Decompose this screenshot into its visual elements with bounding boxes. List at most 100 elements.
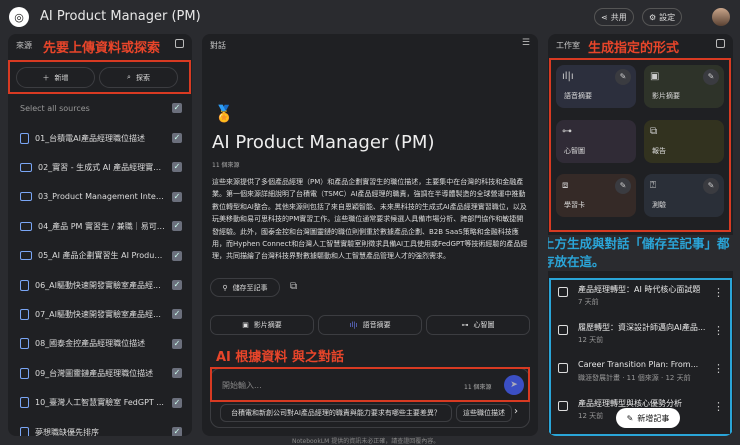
- source-checkbox[interactable]: ✓: [172, 427, 182, 436]
- source-checkbox[interactable]: ✓: [172, 397, 182, 408]
- source-checkbox[interactable]: ✓: [172, 368, 182, 379]
- note-meta: 12 天前: [578, 412, 604, 420]
- more-options-icon[interactable]: ⋮: [713, 286, 724, 299]
- quick-video-summary[interactable]: ▣ 影片摘要: [210, 315, 314, 335]
- source-checkbox[interactable]: ✓: [172, 309, 182, 320]
- more-options-icon[interactable]: ⋮: [713, 362, 724, 375]
- avatar[interactable]: [712, 8, 730, 26]
- studio-card-flashcards[interactable]: ⧈ ✎ 學習卡: [556, 174, 636, 217]
- add-source-button[interactable]: ＋ 新增: [16, 67, 95, 88]
- source-checkbox[interactable]: ✓: [172, 221, 182, 232]
- source-item[interactable]: 08_國泰金控產品經理職位描述 ✓: [20, 337, 182, 351]
- edit-icon[interactable]: ✎: [703, 69, 719, 85]
- source-checkbox[interactable]: ✓: [172, 338, 182, 349]
- document-icon: [20, 308, 29, 320]
- select-all-row[interactable]: Select all sources ✓: [20, 101, 182, 115]
- edit-icon[interactable]: ✎: [703, 178, 719, 194]
- source-item[interactable]: 06_AI驅動快速開發實驗室產品經... ✓: [20, 278, 182, 292]
- source-item[interactable]: 05_AI 產品企劃實習生 AI Product I... ✓: [20, 249, 182, 263]
- source-checkbox[interactable]: ✓: [172, 191, 182, 202]
- suggestion-label: 這些職位描述: [463, 409, 505, 417]
- quick-mind-map[interactable]: ⊶ 心智圖: [426, 315, 530, 335]
- save-note-label: 儲存至記事: [232, 283, 268, 292]
- sources-annotation: 先要上傳資料或探索: [43, 41, 161, 56]
- note-item[interactable]: 履歷轉型：資深設計師邁向AI產品... 12 天前 ⋮: [558, 322, 728, 350]
- add-note-button[interactable]: ✎ 新增記事: [616, 408, 680, 428]
- notebooklm-logo-icon[interactable]: ◎: [9, 7, 29, 27]
- notes-annotation: 上方生成與對話「儲存至記事」都存放在這。: [548, 235, 733, 271]
- chat-panel: 對話 ☰ 🏅 AI Product Manager (PM) 11 個來源 這些…: [202, 34, 538, 436]
- web-source-icon: [20, 162, 32, 172]
- card-label: 心智圖: [564, 147, 585, 155]
- source-checkbox[interactable]: ✓: [172, 162, 182, 173]
- source-item[interactable]: 03_Product Management Intern ... ✓: [20, 190, 182, 204]
- source-title: 09_台灣圖靈鏈產品經理職位描述: [35, 368, 154, 378]
- source-title: 05_AI 產品企劃實習生 AI Product I...: [38, 251, 166, 261]
- source-item[interactable]: 10_臺灣人工智慧實驗室 FedGPT ... ✓: [20, 396, 182, 410]
- edit-icon[interactable]: ✎: [615, 178, 631, 194]
- copy-icon[interactable]: ⧉: [290, 281, 297, 292]
- note-item[interactable]: Career Transition Plan: From... 職涯發展計畫 · …: [558, 360, 728, 388]
- sources-panel: 來源 先要上傳資料或探索 ＋ 新增 ⌕ 探索 Select all sources ✓…: [8, 34, 192, 436]
- source-item[interactable]: 01_台積電AI產品經理職位描述 ✓: [20, 131, 182, 145]
- more-options-icon[interactable]: ⋮: [713, 400, 724, 413]
- studio-card-audio[interactable]: ıl|ı ✎ 語音摘要: [556, 65, 636, 108]
- collapse-panel-icon[interactable]: [175, 39, 184, 48]
- studio-card-video[interactable]: ▣ ✎ 影片摘要: [644, 65, 724, 108]
- share-button[interactable]: ⋖ 共用: [594, 8, 634, 26]
- source-title: 01_台積電AI產品經理職位描述: [35, 133, 146, 143]
- note-item[interactable]: 產品經理轉型：AI 時代核心面試題 7 天前 ⋮: [558, 284, 728, 312]
- quick-label: 影片摘要: [253, 321, 282, 329]
- source-checkbox[interactable]: ✓: [172, 250, 182, 261]
- collapse-panel-icon[interactable]: [716, 39, 725, 48]
- chat-header: 對話: [210, 41, 226, 50]
- settings-label: 設定: [659, 12, 676, 22]
- card-label: 測驗: [652, 201, 666, 209]
- source-item[interactable]: 02_實習 - 生成式 AI 產品經理實習... ✓: [20, 160, 182, 174]
- studio-panel: 工作室 生成指定的形式 ıl|ı ✎ 語音摘要 ▣ ✎ 影片摘要 ⊶ 心智圖 ⧉ 報告 ⧈ ✎…: [548, 34, 733, 436]
- source-checkbox[interactable]: ✓: [172, 133, 182, 143]
- document-icon: [20, 426, 29, 436]
- note-icon: [558, 287, 568, 297]
- notebook-summary: 這些來源提供了多個產品經理（PM）和產品企劃實習生的職位描述，主要集中在台灣的科…: [212, 178, 528, 261]
- suggestion-chip[interactable]: 台積電和新創公司對AI產品經理的職責與能力要求有哪些主要差異？: [220, 404, 452, 422]
- studio-card-report[interactable]: ⧉ 報告: [644, 120, 724, 163]
- send-button[interactable]: ➤: [504, 375, 524, 395]
- studio-card-mindmap[interactable]: ⊶ 心智圖: [556, 120, 636, 163]
- save-to-note-button[interactable]: ⚲ 儲存至記事: [210, 278, 280, 297]
- chevron-right-icon[interactable]: ›: [514, 406, 518, 417]
- studio-card-quiz[interactable]: ⍰ ✎ 測驗: [644, 174, 724, 217]
- select-all-checkbox[interactable]: ✓: [172, 103, 182, 113]
- pencil-icon: ✎: [626, 413, 634, 423]
- source-item[interactable]: 09_台灣圖靈鏈產品經理職位描述 ✓: [20, 366, 182, 380]
- chat-input[interactable]: 開始輸入...: [222, 380, 262, 391]
- chat-options-icon[interactable]: ☰: [522, 38, 530, 48]
- sources-header: 來源: [16, 41, 32, 50]
- edit-icon[interactable]: ✎: [615, 69, 631, 85]
- document-icon: [20, 367, 29, 379]
- gear-icon: ⚙: [649, 12, 657, 22]
- suggestion-chip[interactable]: 這些職位描述: [456, 404, 512, 422]
- quick-audio-summary[interactable]: ıl|ı 語音摘要: [318, 315, 422, 335]
- chat-annotation: AI 根據資料 與之對話: [216, 350, 344, 365]
- source-title: 04_產品 PM 實習生 / 兼職｜易可思...: [38, 221, 166, 231]
- source-checkbox[interactable]: ✓: [172, 280, 182, 290]
- settings-button[interactable]: ⚙ 設定: [642, 8, 683, 26]
- note-icon: [558, 401, 568, 411]
- card-label: 影片摘要: [652, 92, 680, 100]
- discover-button[interactable]: ⌕ 探索: [99, 67, 178, 88]
- disclaimer: NotebookLM 提供的資訊未必正確，請查證回覆內容。: [292, 438, 440, 445]
- quick-label: 心智圖: [473, 321, 495, 329]
- more-options-icon[interactable]: ⋮: [713, 324, 724, 337]
- note-icon: [558, 363, 568, 373]
- source-item[interactable]: 07_AI驅動快速開發實驗室產品經理... ✓: [20, 307, 182, 321]
- add-label: 新增: [54, 73, 69, 82]
- source-item[interactable]: 04_產品 PM 實習生 / 兼職｜易可思... ✓: [20, 219, 182, 233]
- source-title: 06_AI驅動快速開發實驗室產品經...: [35, 280, 161, 290]
- input-source-count: 11 個來源: [464, 384, 492, 391]
- app-title: AI Product Manager (PM): [40, 9, 201, 24]
- share-icon: ⋖: [601, 12, 608, 22]
- source-title: 08_國泰金控產品經理職位描述: [35, 339, 146, 349]
- note-meta: 職涯發展計畫 · 11 個來源 · 12 天前: [578, 374, 691, 382]
- source-item[interactable]: 夢想職缺優先排序 ✓: [20, 425, 182, 436]
